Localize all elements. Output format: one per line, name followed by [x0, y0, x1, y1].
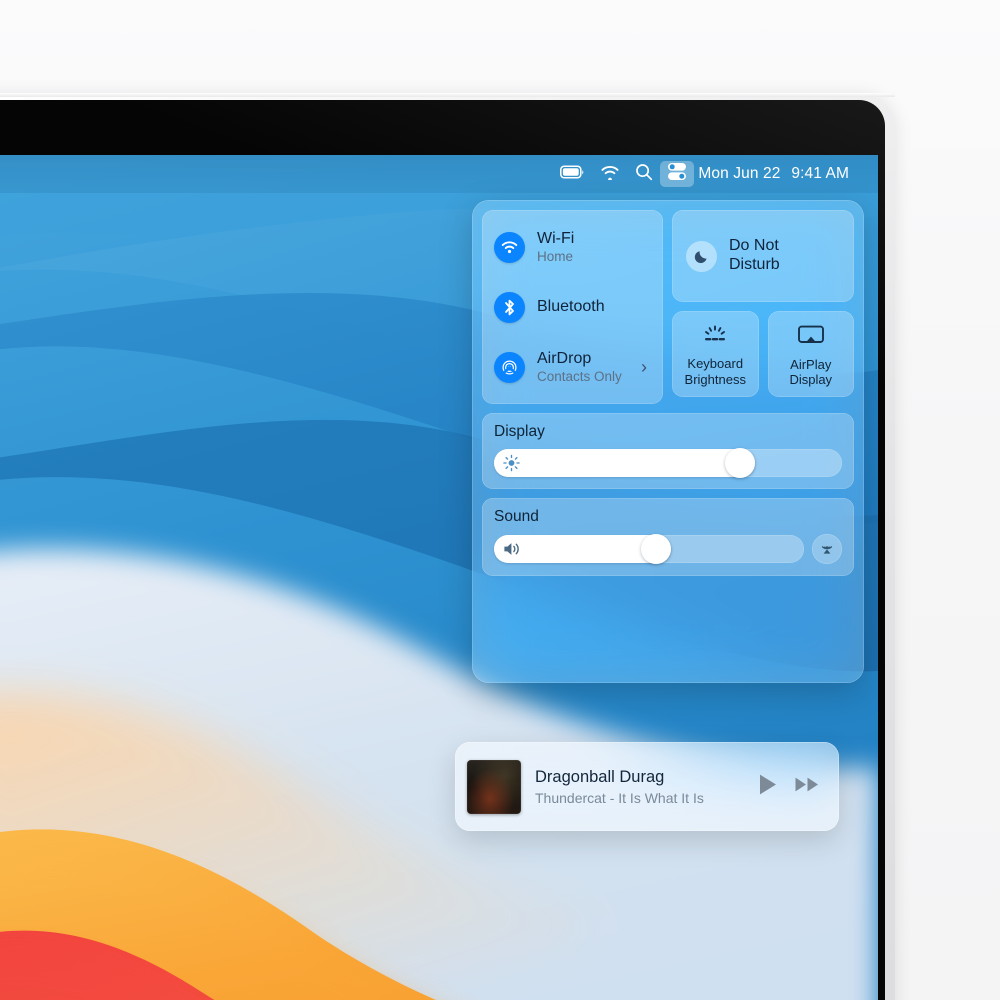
kb-line-1: Keyboard	[687, 356, 744, 372]
play-button[interactable]	[757, 773, 778, 801]
search-icon	[635, 163, 653, 186]
airplay-audio-icon	[818, 538, 836, 561]
display-slider-knob[interactable]	[725, 448, 755, 478]
brightness-icon	[503, 454, 520, 472]
display-label: Display	[494, 423, 545, 440]
now-playing-module: Dragonball Durag Thundercat - It Is What…	[455, 742, 839, 831]
volume-icon	[503, 541, 522, 557]
ap-line-2: Display	[789, 372, 833, 387]
wifi-icon	[494, 231, 525, 263]
airdrop-icon	[494, 351, 525, 383]
track-artist-album: Thundercat - It Is What It Is	[535, 789, 704, 806]
kb-line-2: Brightness	[684, 371, 746, 387]
photo-scene: Mon Jun 22 9:41 AM Wi-Fi Home Bluetooth …	[0, 0, 1000, 1000]
sound-slider-row	[494, 534, 842, 564]
bluetooth-icon	[494, 291, 525, 323]
fast-forward-button[interactable]	[794, 775, 821, 799]
dnd-line-2: Disturb	[729, 256, 780, 273]
chevron-right-icon[interactable]: ›	[641, 357, 651, 378]
wifi-network-name: Home	[537, 248, 574, 264]
display-module: Display	[482, 413, 854, 489]
wifi-status-menu[interactable]	[592, 161, 628, 187]
airplay-display-icon	[797, 325, 825, 352]
album-artwork[interactable]	[467, 759, 521, 814]
macbook-screen: Mon Jun 22 9:41 AM Wi-Fi Home Bluetooth …	[0, 155, 878, 1000]
do-not-disturb-label: Do Not Disturb	[729, 237, 780, 275]
sound-label: Sound	[494, 508, 539, 525]
display-slider-fill	[494, 449, 755, 477]
do-not-disturb-tile[interactable]: Do Not Disturb	[672, 210, 854, 302]
sound-module: Sound	[482, 498, 854, 576]
control-center-icon	[667, 162, 687, 186]
quick-tiles-row: Keyboard Brightness AirPlay Display	[672, 311, 854, 397]
keyboard-brightness-label: Keyboard Brightness	[685, 356, 746, 386]
sound-slider-knob[interactable]	[640, 534, 671, 564]
connectivity-module: Wi-Fi Home Bluetooth AirDrop Contacts On…	[482, 210, 663, 404]
display-brightness-slider[interactable]	[494, 448, 842, 478]
sound-volume-slider[interactable]	[494, 534, 804, 564]
keyboard-brightness-icon	[702, 325, 728, 351]
bluetooth-text-group: Bluetooth	[537, 298, 651, 316]
wifi-control[interactable]: Wi-Fi Home	[482, 223, 663, 271]
track-title: Dragonball Durag	[535, 768, 665, 787]
battery-icon	[560, 164, 585, 184]
airdrop-control[interactable]: AirDrop Contacts Only ›	[482, 343, 663, 391]
control-center-top-row: Wi-Fi Home Bluetooth AirDrop Contacts On…	[482, 210, 854, 404]
spotlight-search-menu[interactable]	[628, 161, 660, 187]
airdrop-text-group: AirDrop Contacts Only	[537, 350, 629, 384]
control-center-menu[interactable]	[660, 161, 695, 187]
display-slider-row	[494, 448, 842, 478]
fast-forward-icon	[794, 775, 821, 799]
moon-icon	[686, 240, 717, 272]
bluetooth-title: Bluetooth	[537, 298, 605, 316]
wifi-title: Wi-Fi	[537, 229, 575, 247]
wifi-icon	[599, 164, 621, 185]
airdrop-title: AirDrop	[537, 349, 592, 367]
control-center-right-column: Do Not Disturb Keyboard Brightness AirPl…	[672, 210, 854, 404]
keyboard-brightness-tile[interactable]: Keyboard Brightness	[672, 311, 759, 397]
menu-bar-clock[interactable]: Mon Jun 22 9:41 AM	[694, 161, 853, 187]
bluetooth-control[interactable]: Bluetooth	[482, 283, 663, 331]
battery-status-menu[interactable]	[553, 161, 592, 187]
airplay-display-tile[interactable]: AirPlay Display	[767, 311, 854, 397]
now-playing-text: Dragonball Durag Thundercat - It Is What…	[535, 767, 743, 806]
control-center-panel: Wi-Fi Home Bluetooth AirDrop Contacts On…	[472, 200, 864, 683]
playback-controls	[757, 773, 823, 801]
dnd-line-1: Do Not	[729, 237, 779, 255]
airdrop-mode: Contacts Only	[537, 368, 622, 384]
airplay-display-label: AirPlay Display	[789, 357, 832, 387]
lid-top-highlight	[0, 93, 895, 97]
menu-bar: Mon Jun 22 9:41 AM	[0, 155, 878, 193]
wifi-text-group: Wi-Fi Home	[537, 230, 651, 264]
airplay-audio-button[interactable]	[812, 534, 842, 564]
menu-bar-date: Mon Jun 22	[698, 165, 781, 182]
play-icon	[757, 773, 778, 801]
menu-bar-time: 9:41 AM	[791, 165, 849, 182]
ap-line-1: AirPlay	[790, 356, 832, 372]
